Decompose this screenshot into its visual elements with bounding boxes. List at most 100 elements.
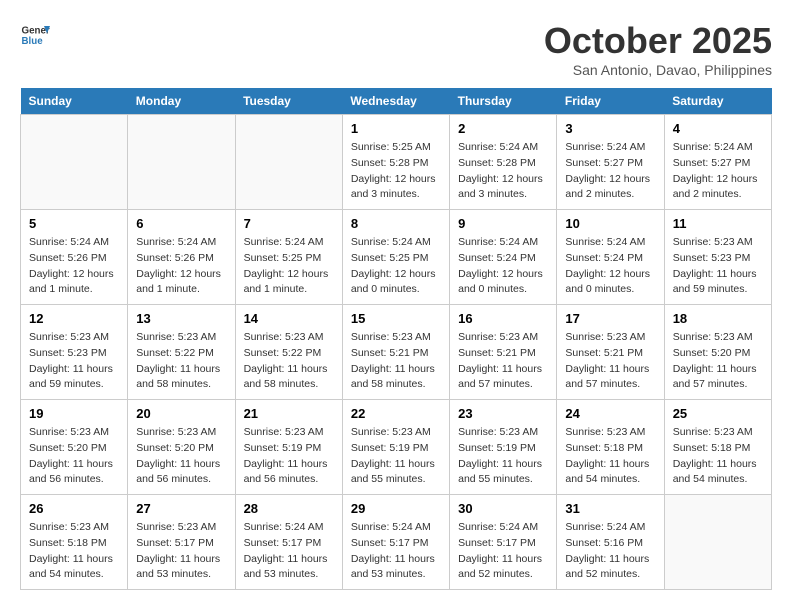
calendar-cell: 11 Sunrise: 5:23 AM Sunset: 5:23 PM Dayli… [664, 210, 771, 305]
calendar-cell: 14Sunrise: 5:23 AM Sunset: 5:22 PM Dayli… [235, 305, 342, 400]
calendar-cell: 31 Sunrise: 5:24 AM Sunset: 5:16 PM Dayli… [557, 495, 664, 590]
day-number: 19 [29, 406, 119, 421]
day-number: 24 [565, 406, 655, 421]
day-number: 3 [565, 121, 655, 136]
calendar-week-row: 26 Sunrise: 5:23 AM Sunset: 5:18 PM Dayli… [21, 495, 772, 590]
day-info: Sunrise: 5:23 AM Sunset: 5:21 PM Dayligh… [458, 330, 548, 393]
calendar-week-row: 1 Sunrise: 5:25 AM Sunset: 5:28 PM Daylig… [21, 115, 772, 210]
day-info: Sunrise: 5:24 AM Sunset: 5:24 PM Dayligh… [458, 235, 548, 298]
day-number: 18 [673, 311, 763, 326]
day-number: 9 [458, 216, 548, 231]
day-info: Sunrise: 5:23 AM Sunset: 5:19 PM Dayligh… [458, 425, 548, 488]
calendar-cell [664, 495, 771, 590]
day-info: Sunrise: 5:23 AM Sunset: 5:19 PM Dayligh… [351, 425, 441, 488]
day-number: 12 [29, 311, 119, 326]
day-number: 1 [351, 121, 441, 136]
calendar-cell: 1 Sunrise: 5:25 AM Sunset: 5:28 PM Daylig… [342, 115, 449, 210]
calendar-cell: 16 Sunrise: 5:23 AM Sunset: 5:21 PM Dayli… [450, 305, 557, 400]
logo: General Blue [20, 20, 50, 50]
day-info: Sunrise: 5:23 AM Sunset: 5:19 PM Dayligh… [244, 425, 334, 488]
calendar-cell: 22Sunrise: 5:23 AM Sunset: 5:19 PM Dayli… [342, 400, 449, 495]
day-number: 11 [673, 216, 763, 231]
day-number: 27 [136, 501, 226, 516]
day-info: Sunrise: 5:23 AM Sunset: 5:17 PM Dayligh… [136, 520, 226, 583]
location-subtitle: San Antonio, Davao, Philippines [544, 62, 772, 78]
day-info: Sunrise: 5:25 AM Sunset: 5:28 PM Dayligh… [351, 140, 441, 203]
calendar-cell: 19 Sunrise: 5:23 AM Sunset: 5:20 PM Dayli… [21, 400, 128, 495]
day-number: 25 [673, 406, 763, 421]
day-info: Sunrise: 5:24 AM Sunset: 5:26 PM Dayligh… [136, 235, 226, 298]
day-number: 4 [673, 121, 763, 136]
calendar-cell: 17Sunrise: 5:23 AM Sunset: 5:21 PM Dayli… [557, 305, 664, 400]
day-info: Sunrise: 5:24 AM Sunset: 5:17 PM Dayligh… [244, 520, 334, 583]
day-info: Sunrise: 5:23 AM Sunset: 5:23 PM Dayligh… [673, 235, 763, 298]
calendar-cell: 26 Sunrise: 5:23 AM Sunset: 5:18 PM Dayli… [21, 495, 128, 590]
calendar-cell: 5Sunrise: 5:24 AM Sunset: 5:26 PM Daylig… [21, 210, 128, 305]
day-info: Sunrise: 5:24 AM Sunset: 5:28 PM Dayligh… [458, 140, 548, 203]
calendar-cell: 20 Sunrise: 5:23 AM Sunset: 5:20 PM Dayli… [128, 400, 235, 495]
logo-icon: General Blue [20, 20, 50, 50]
page-header: General Blue October 2025 San Antonio, D… [20, 20, 772, 78]
calendar-cell: 25Sunrise: 5:23 AM Sunset: 5:18 PM Dayli… [664, 400, 771, 495]
day-info: Sunrise: 5:24 AM Sunset: 5:27 PM Dayligh… [673, 140, 763, 203]
calendar-cell: 3 Sunrise: 5:24 AM Sunset: 5:27 PM Daylig… [557, 115, 664, 210]
calendar-body: 1 Sunrise: 5:25 AM Sunset: 5:28 PM Daylig… [21, 115, 772, 590]
day-number: 26 [29, 501, 119, 516]
day-number: 17 [565, 311, 655, 326]
calendar-cell: 13Sunrise: 5:23 AM Sunset: 5:22 PM Dayli… [128, 305, 235, 400]
day-info: Sunrise: 5:23 AM Sunset: 5:21 PM Dayligh… [351, 330, 441, 393]
day-info: Sunrise: 5:24 AM Sunset: 5:25 PM Dayligh… [351, 235, 441, 298]
day-info: Sunrise: 5:23 AM Sunset: 5:22 PM Dayligh… [244, 330, 334, 393]
svg-text:Blue: Blue [22, 36, 44, 47]
day-number: 28 [244, 501, 334, 516]
day-number: 20 [136, 406, 226, 421]
day-header-friday: Friday [557, 88, 664, 115]
day-number: 16 [458, 311, 548, 326]
calendar-cell: 27 Sunrise: 5:23 AM Sunset: 5:17 PM Dayli… [128, 495, 235, 590]
calendar-cell: 8 Sunrise: 5:24 AM Sunset: 5:25 PM Daylig… [342, 210, 449, 305]
day-info: Sunrise: 5:24 AM Sunset: 5:25 PM Dayligh… [244, 235, 334, 298]
day-info: Sunrise: 5:24 AM Sunset: 5:16 PM Dayligh… [565, 520, 655, 583]
day-header-sunday: Sunday [21, 88, 128, 115]
calendar-cell [128, 115, 235, 210]
day-number: 29 [351, 501, 441, 516]
day-info: Sunrise: 5:23 AM Sunset: 5:20 PM Dayligh… [136, 425, 226, 488]
calendar-cell: 18Sunrise: 5:23 AM Sunset: 5:20 PM Dayli… [664, 305, 771, 400]
calendar-header-row: SundayMondayTuesdayWednesdayThursdayFrid… [21, 88, 772, 115]
day-info: Sunrise: 5:24 AM Sunset: 5:26 PM Dayligh… [29, 235, 119, 298]
calendar-cell: 23 Sunrise: 5:23 AM Sunset: 5:19 PM Dayli… [450, 400, 557, 495]
calendar-cell: 10 Sunrise: 5:24 AM Sunset: 5:24 PM Dayli… [557, 210, 664, 305]
day-number: 21 [244, 406, 334, 421]
day-info: Sunrise: 5:23 AM Sunset: 5:18 PM Dayligh… [29, 520, 119, 583]
month-title: October 2025 [544, 20, 772, 62]
day-number: 30 [458, 501, 548, 516]
day-info: Sunrise: 5:24 AM Sunset: 5:27 PM Dayligh… [565, 140, 655, 203]
day-header-thursday: Thursday [450, 88, 557, 115]
calendar-cell: 30Sunrise: 5:24 AM Sunset: 5:17 PM Dayli… [450, 495, 557, 590]
calendar-cell [235, 115, 342, 210]
day-number: 23 [458, 406, 548, 421]
day-info: Sunrise: 5:23 AM Sunset: 5:23 PM Dayligh… [29, 330, 119, 393]
calendar-cell: 24Sunrise: 5:23 AM Sunset: 5:18 PM Dayli… [557, 400, 664, 495]
day-info: Sunrise: 5:23 AM Sunset: 5:22 PM Dayligh… [136, 330, 226, 393]
calendar-week-row: 19 Sunrise: 5:23 AM Sunset: 5:20 PM Dayli… [21, 400, 772, 495]
calendar-cell: 15Sunrise: 5:23 AM Sunset: 5:21 PM Dayli… [342, 305, 449, 400]
calendar-week-row: 12 Sunrise: 5:23 AM Sunset: 5:23 PM Dayli… [21, 305, 772, 400]
calendar-cell: 29Sunrise: 5:24 AM Sunset: 5:17 PM Dayli… [342, 495, 449, 590]
day-number: 31 [565, 501, 655, 516]
title-block: October 2025 San Antonio, Davao, Philipp… [544, 20, 772, 78]
calendar-cell [21, 115, 128, 210]
day-header-tuesday: Tuesday [235, 88, 342, 115]
calendar-table: SundayMondayTuesdayWednesdayThursdayFrid… [20, 88, 772, 590]
calendar-cell: 2Sunrise: 5:24 AM Sunset: 5:28 PM Daylig… [450, 115, 557, 210]
day-header-wednesday: Wednesday [342, 88, 449, 115]
day-info: Sunrise: 5:24 AM Sunset: 5:24 PM Dayligh… [565, 235, 655, 298]
calendar-cell: 21 Sunrise: 5:23 AM Sunset: 5:19 PM Dayli… [235, 400, 342, 495]
calendar-cell: 4 Sunrise: 5:24 AM Sunset: 5:27 PM Daylig… [664, 115, 771, 210]
day-number: 10 [565, 216, 655, 231]
day-info: Sunrise: 5:23 AM Sunset: 5:20 PM Dayligh… [29, 425, 119, 488]
day-header-saturday: Saturday [664, 88, 771, 115]
calendar-cell: 28 Sunrise: 5:24 AM Sunset: 5:17 PM Dayli… [235, 495, 342, 590]
day-number: 8 [351, 216, 441, 231]
calendar-cell: 9 Sunrise: 5:24 AM Sunset: 5:24 PM Daylig… [450, 210, 557, 305]
